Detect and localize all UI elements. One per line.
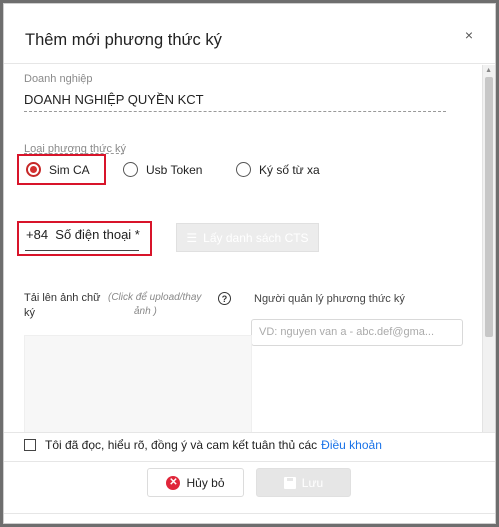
help-icon[interactable]: ? [218,292,231,305]
scrollbar[interactable]: ▲ [482,65,495,432]
terms-link[interactable]: Điều khoản [321,438,382,452]
radio-remote-sign-label: Ký số từ xa [259,162,320,177]
terms-text: Tôi đã đọc, hiểu rõ, đồng ý và cam kết t… [45,438,318,452]
radio-unchecked-icon [236,162,251,177]
radio-usb-token[interactable]: Usb Token [123,162,202,177]
phone-field[interactable]: +84 Số điện thoại * [19,222,149,255]
signature-upload-area[interactable] [24,335,252,432]
upload-hint-line2: ảnh ) [134,306,157,317]
phone-placeholder: Số điện thoại * [55,227,140,242]
cancel-label: Hủy bỏ [186,475,225,490]
phone-prefix: +84 [26,227,49,242]
dialog-title: Thêm mới phương thức ký [25,31,222,49]
manager-email-input[interactable]: VD: nguyen van a - abc.def@gma... [251,319,463,346]
radio-unchecked-icon [123,162,138,177]
radio-checked-icon [26,162,41,177]
upload-hint: (Click để upload/thay ảnh ) [108,292,201,317]
cancel-x-icon: ✕ [166,475,181,490]
scrollbar-thumb[interactable] [485,77,493,337]
terms-row: Tôi đã đọc, hiểu rõ, đồng ý và cam kết t… [24,438,382,452]
upload-label-line2: ký [24,307,35,319]
radio-remote-sign[interactable]: Ký số từ xa [236,162,320,177]
terms-checkbox[interactable] [24,439,36,451]
list-icon: ☰ [186,230,198,245]
company-value: DOANH NGHIỆP QUYỀN KCT [24,92,204,107]
get-cts-list-label: Lấy danh sách CTS [203,230,309,245]
save-label: Lưu [301,475,324,490]
company-underline [24,111,446,112]
dialog-header: Thêm mới phương thức ký × [4,4,495,64]
scroll-up-icon[interactable]: ▲ [485,67,492,74]
company-label: Doanh nghiệp [24,73,93,85]
footer-divider [4,432,495,433]
upload-hint-line1: (Click để upload/thay [108,292,202,303]
radio-sim-ca[interactable]: Sim CA [26,162,90,177]
cancel-button[interactable]: ✕ Hủy bỏ [147,468,244,497]
radio-usb-token-label: Usb Token [146,162,203,177]
dialog-body: Doanh nghiệp DOANH NGHIỆP QUYỀN KCT Loại… [4,65,480,432]
radio-sim-ca-label: Sim CA [49,162,90,177]
footer-divider-2 [4,461,495,462]
get-cts-list-button[interactable]: ☰ Lấy danh sách CTS [176,223,319,252]
upload-label: Tải lên ảnh chữ ký [24,292,100,319]
close-icon[interactable]: × [465,27,473,43]
save-button[interactable]: Lưu [256,468,351,497]
bottom-divider [4,513,495,514]
save-icon [283,476,296,489]
upload-label-line1: Tải lên ảnh chữ [24,292,101,304]
phone-underline [25,250,139,251]
add-sign-method-dialog: Thêm mới phương thức ký × Doanh nghiệp D… [3,3,496,524]
manager-label: Người quản lý phương thức ký [254,293,405,305]
